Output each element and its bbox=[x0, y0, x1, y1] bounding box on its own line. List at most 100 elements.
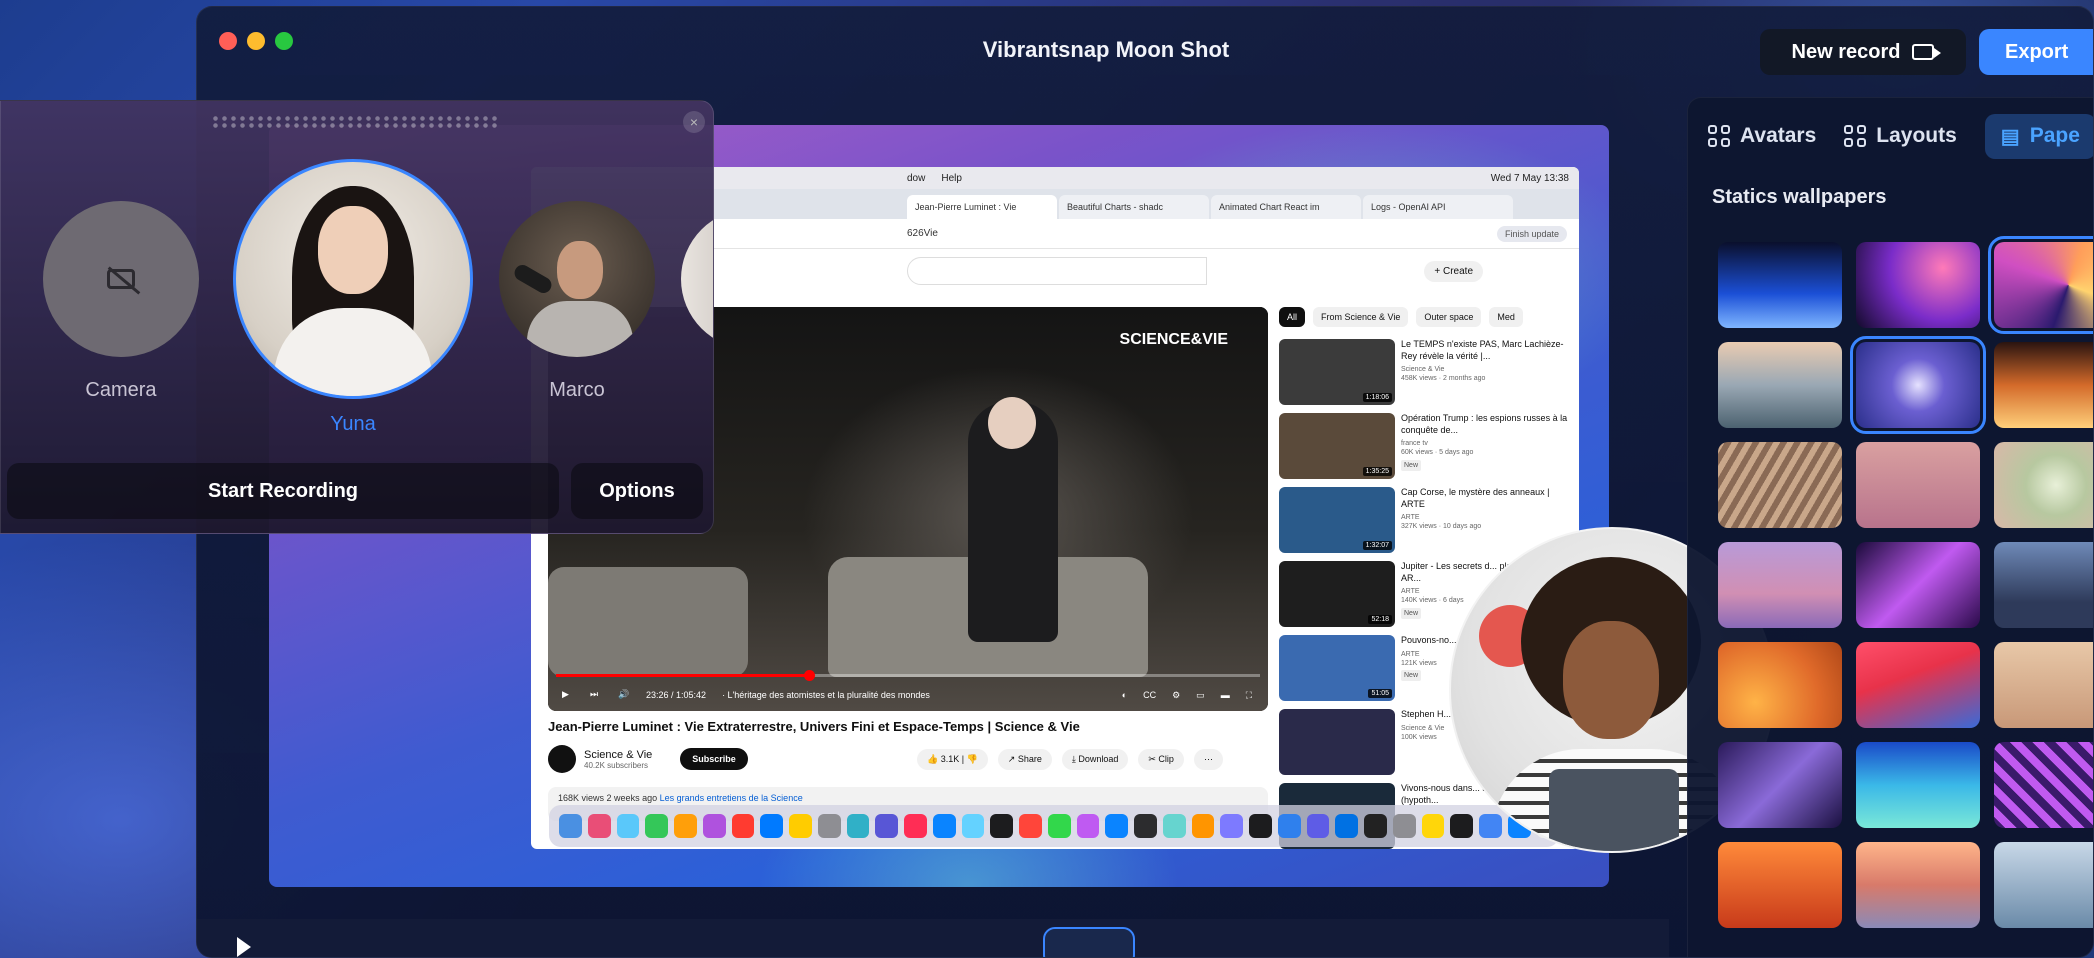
wallpaper-thumbnail[interactable] bbox=[1994, 842, 2093, 928]
filter-chip[interactable]: Med bbox=[1489, 307, 1523, 327]
dock-app-icon[interactable] bbox=[559, 814, 582, 838]
dock-app-icon[interactable] bbox=[1162, 814, 1186, 838]
new-record-button[interactable]: New record bbox=[1760, 29, 1966, 75]
dock-app-icon[interactable] bbox=[616, 814, 640, 838]
dock-app-icon[interactable] bbox=[731, 814, 755, 838]
more-actions-icon[interactable]: ⋯ bbox=[1193, 749, 1223, 770]
list-item[interactable]: 1:35:25 Opération Trump : les espions rus… bbox=[1279, 413, 1569, 483]
wallpaper-thumbnail[interactable] bbox=[1856, 442, 1980, 528]
video-thumbnail[interactable] bbox=[1279, 709, 1395, 775]
wallpaper-thumbnail[interactable] bbox=[1718, 442, 1842, 528]
video-thumbnail[interactable]: 1:18:06 bbox=[1279, 339, 1395, 405]
rec-title[interactable]: Cap Corse, le mystère des anneaux | ARTE bbox=[1401, 487, 1569, 510]
wallpaper-thumbnail[interactable] bbox=[1856, 742, 1980, 828]
miniplayer-icon[interactable]: ▭ bbox=[1196, 690, 1205, 701]
like-button[interactable]: 👍 3.1K | 👎 bbox=[917, 749, 988, 770]
filter-chip[interactable]: From Science & Vie bbox=[1313, 307, 1409, 327]
dock-app-icon[interactable] bbox=[760, 814, 783, 838]
dock-app-icon[interactable] bbox=[789, 814, 812, 838]
menu-window[interactable]: dow bbox=[907, 173, 925, 184]
tab-papers[interactable]: ▤ Pape bbox=[1984, 113, 2093, 159]
channel-avatar[interactable] bbox=[548, 745, 576, 773]
browser-tab[interactable]: Beautiful Charts - shadc bbox=[1059, 195, 1209, 219]
dock-app-icon[interactable] bbox=[645, 814, 668, 838]
download-button[interactable]: ⤓ Download bbox=[1061, 749, 1129, 770]
dock-app-icon[interactable] bbox=[932, 814, 956, 838]
dock-app-icon[interactable] bbox=[1220, 814, 1243, 838]
wallpaper-thumbnail[interactable] bbox=[1718, 642, 1842, 728]
video-progress-bar[interactable] bbox=[556, 670, 1260, 681]
dock-app-icon[interactable] bbox=[1450, 814, 1473, 838]
export-button[interactable]: Export bbox=[1979, 29, 2093, 75]
wallpaper-thumbnail[interactable] bbox=[1994, 742, 2093, 828]
start-recording-button[interactable]: Start Recording bbox=[7, 463, 559, 519]
autoplay-toggle-icon[interactable]: ◐ bbox=[1122, 690, 1127, 701]
dock-app-icon[interactable] bbox=[961, 814, 985, 838]
rec-title[interactable]: Le TEMPS n'existe PAS, Marc Lachièze-Rey… bbox=[1401, 339, 1569, 362]
dock-app-icon[interactable] bbox=[1105, 814, 1128, 838]
dock-app-icon[interactable] bbox=[1134, 814, 1157, 838]
share-button[interactable]: ↗ Share bbox=[997, 749, 1052, 770]
play-icon[interactable]: ▶ bbox=[562, 689, 574, 701]
rec-title[interactable]: Opération Trump : les espions russes à l… bbox=[1401, 413, 1569, 436]
volume-icon[interactable]: 🔊 bbox=[618, 689, 630, 701]
wallpaper-thumbnail[interactable] bbox=[1718, 742, 1842, 828]
video-thumbnail[interactable]: 1:32:07 bbox=[1279, 487, 1395, 553]
video-thumbnail[interactable]: 1:35:25 bbox=[1279, 413, 1395, 479]
wallpaper-thumbnail[interactable] bbox=[1994, 542, 2093, 628]
subscribe-button[interactable]: Subscribe bbox=[680, 748, 748, 770]
avatar-option-yuna[interactable]: Yuna bbox=[233, 159, 473, 436]
channel-name[interactable]: Science & Vie bbox=[584, 749, 652, 761]
timeline-handle[interactable] bbox=[1043, 927, 1135, 957]
wallpaper-thumbnail[interactable] bbox=[1994, 342, 2093, 428]
video-thumbnail[interactable]: 52:18 bbox=[1279, 561, 1395, 627]
dock-app-icon[interactable] bbox=[846, 814, 870, 838]
wallpaper-thumbnail[interactable] bbox=[1850, 336, 1986, 434]
dock-app-icon[interactable] bbox=[1364, 814, 1387, 838]
clip-button[interactable]: ✂ Clip bbox=[1138, 749, 1184, 770]
tab-layouts[interactable]: Layouts bbox=[1844, 124, 1957, 148]
browser-tab[interactable]: Animated Chart React im bbox=[1211, 195, 1361, 219]
finish-update-button[interactable]: Finish update bbox=[1496, 225, 1567, 242]
play-icon[interactable] bbox=[237, 937, 251, 957]
theater-icon[interactable]: ▬ bbox=[1221, 690, 1230, 701]
wallpaper-thumbnail[interactable] bbox=[1994, 642, 2093, 728]
avatar-option-camera[interactable]: Camera bbox=[43, 201, 199, 402]
fullscreen-icon[interactable]: ⛶ bbox=[1246, 690, 1252, 701]
dock-app-icon[interactable] bbox=[1076, 814, 1100, 838]
wallpaper-thumbnail[interactable] bbox=[1718, 342, 1842, 428]
wallpaper-thumbnail[interactable] bbox=[1994, 442, 2093, 528]
tab-avatars[interactable]: Avatars bbox=[1708, 124, 1816, 148]
dock-app-icon[interactable] bbox=[1191, 814, 1215, 838]
dock-app-icon[interactable] bbox=[1047, 814, 1071, 838]
settings-icon[interactable]: ⚙ bbox=[1172, 690, 1180, 701]
dock-app-icon[interactable] bbox=[587, 814, 611, 838]
wallpaper-thumbnail[interactable] bbox=[1856, 542, 1980, 628]
dock-app-icon[interactable] bbox=[904, 814, 927, 838]
wallpaper-thumbnail[interactable] bbox=[1856, 642, 1980, 728]
dock-app-icon[interactable] bbox=[817, 814, 841, 838]
next-icon[interactable]: ⏭ bbox=[590, 689, 602, 701]
dock-app-icon[interactable] bbox=[1392, 814, 1416, 838]
wallpaper-thumbnail[interactable] bbox=[1988, 236, 2093, 334]
wallpaper-thumbnail[interactable] bbox=[1718, 842, 1842, 928]
search-input[interactable] bbox=[907, 257, 1207, 285]
dock-app-icon[interactable] bbox=[1249, 814, 1272, 838]
dock-app-icon[interactable] bbox=[1277, 814, 1301, 838]
dock-app-icon[interactable] bbox=[1421, 814, 1445, 838]
dock-app-icon[interactable] bbox=[702, 814, 726, 838]
menu-help[interactable]: Help bbox=[941, 173, 962, 184]
dock-app-icon[interactable] bbox=[674, 814, 697, 838]
dock-app-icon[interactable] bbox=[875, 814, 898, 838]
captions-icon[interactable]: CC bbox=[1143, 690, 1156, 701]
wallpaper-thumbnail[interactable] bbox=[1718, 242, 1842, 328]
browser-tab[interactable]: Jean-Pierre Luminet : Vie bbox=[907, 195, 1057, 219]
dock-app-icon[interactable] bbox=[990, 814, 1013, 838]
dock-app-icon[interactable] bbox=[1335, 814, 1358, 838]
dock-app-icon[interactable] bbox=[1019, 814, 1042, 838]
playlist-link[interactable]: Les grands entretiens de la Science bbox=[660, 793, 803, 803]
filter-chip[interactable]: Outer space bbox=[1416, 307, 1482, 327]
browser-tab[interactable]: Logs - OpenAI API bbox=[1363, 195, 1513, 219]
dock-app-icon[interactable] bbox=[1306, 814, 1330, 838]
avatar-option-marco[interactable]: Marco bbox=[499, 201, 655, 402]
